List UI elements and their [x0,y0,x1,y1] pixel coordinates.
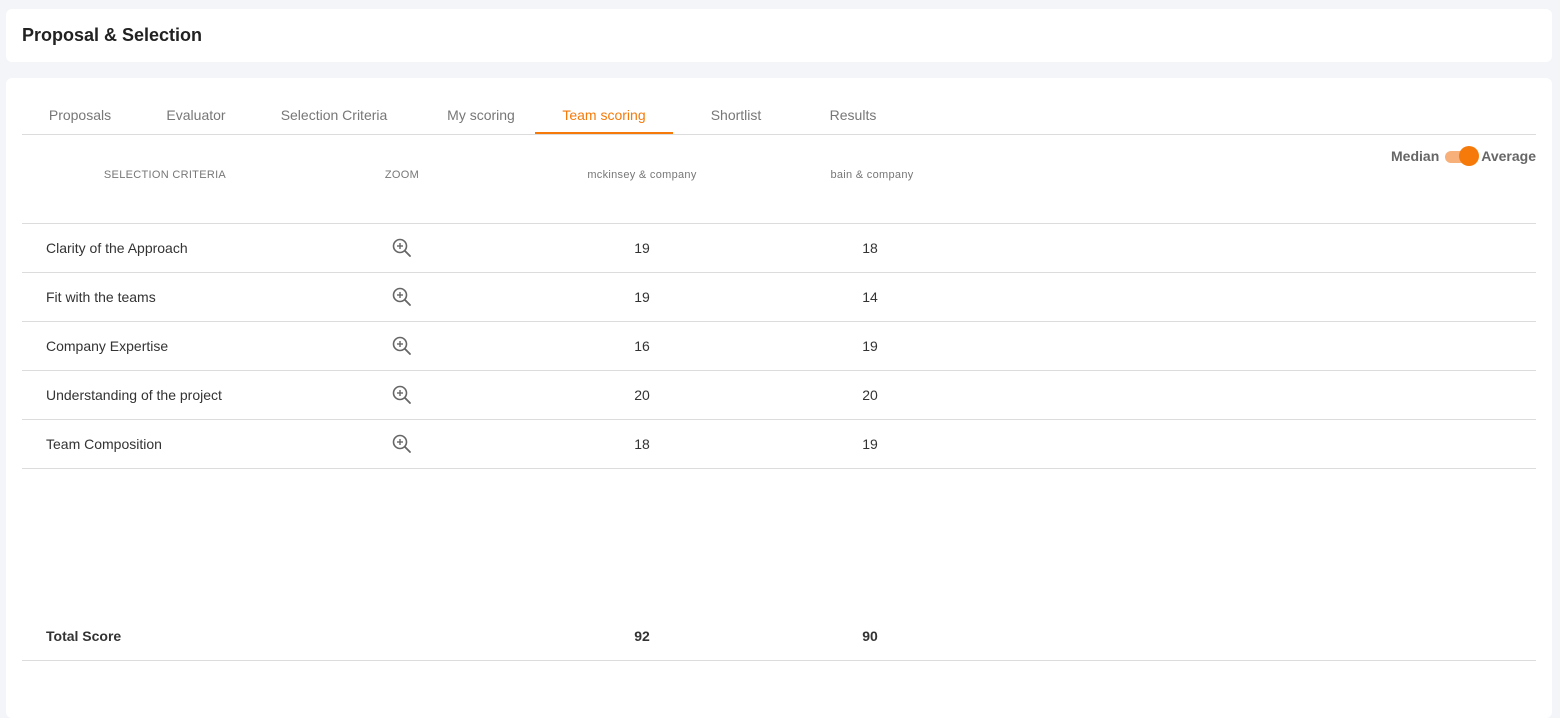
tab-my-scoring[interactable]: My scoring [425,100,537,134]
table-row: Team Composition 18 19 [22,420,1536,469]
header-company-2: bain & company [830,169,914,181]
tab-shortlist[interactable]: Shortlist [686,100,786,134]
score-company-2: 19 [862,338,878,354]
tab-bar: Proposals Evaluator Selection Criteria M… [22,100,1536,135]
total-company-2: 90 [862,628,878,644]
score-company-1: 19 [634,240,650,256]
tab-results[interactable]: Results [808,100,898,134]
score-company-2: 18 [862,240,878,256]
criteria-name: Company Expertise [46,338,169,354]
score-company-1: 18 [634,436,650,452]
total-score-row: Total Score 92 90 [22,612,1536,661]
table-row: Fit with the teams 19 14 [22,273,1536,322]
criteria-name: Understanding of the project [46,387,222,403]
criteria-name: Fit with the teams [46,289,156,305]
zoom-in-icon[interactable] [391,286,413,308]
page-header: Proposal & Selection [6,9,1552,62]
tab-evaluator[interactable]: Evaluator [148,100,244,134]
score-company-1: 20 [634,387,650,403]
zoom-in-icon[interactable] [391,433,413,455]
score-company-2: 14 [862,289,878,305]
tab-proposals[interactable]: Proposals [22,100,138,134]
score-company-1: 16 [634,338,650,354]
criteria-name: Clarity of the Approach [46,240,188,256]
score-company-2: 19 [862,436,878,452]
tab-selection-criteria[interactable]: Selection Criteria [268,100,400,134]
table-header: SELECTION CRITERIA ZOOM mckinsey & compa… [22,135,1536,224]
total-score-label: Total Score [46,628,122,644]
total-company-1: 92 [634,628,650,644]
score-company-1: 19 [634,289,650,305]
table-row: Clarity of the Approach 19 18 [22,224,1536,273]
team-scoring-table: SELECTION CRITERIA ZOOM mckinsey & compa… [22,135,1536,661]
score-company-2: 20 [862,387,878,403]
tab-team-scoring[interactable]: Team scoring [535,100,673,134]
table-row: Understanding of the project 20 20 [22,371,1536,420]
zoom-in-icon[interactable] [391,237,413,259]
zoom-in-icon[interactable] [391,384,413,406]
page-title: Proposal & Selection [22,25,203,45]
zoom-in-icon[interactable] [391,335,413,357]
main-panel: Proposals Evaluator Selection Criteria M… [6,78,1552,718]
criteria-name: Team Composition [46,436,162,452]
header-company-1: mckinsey & company [587,169,697,181]
table-row: Company Expertise 16 19 [22,322,1536,371]
header-zoom: ZOOM [384,169,420,181]
header-selection-criteria: SELECTION CRITERIA [103,169,227,181]
